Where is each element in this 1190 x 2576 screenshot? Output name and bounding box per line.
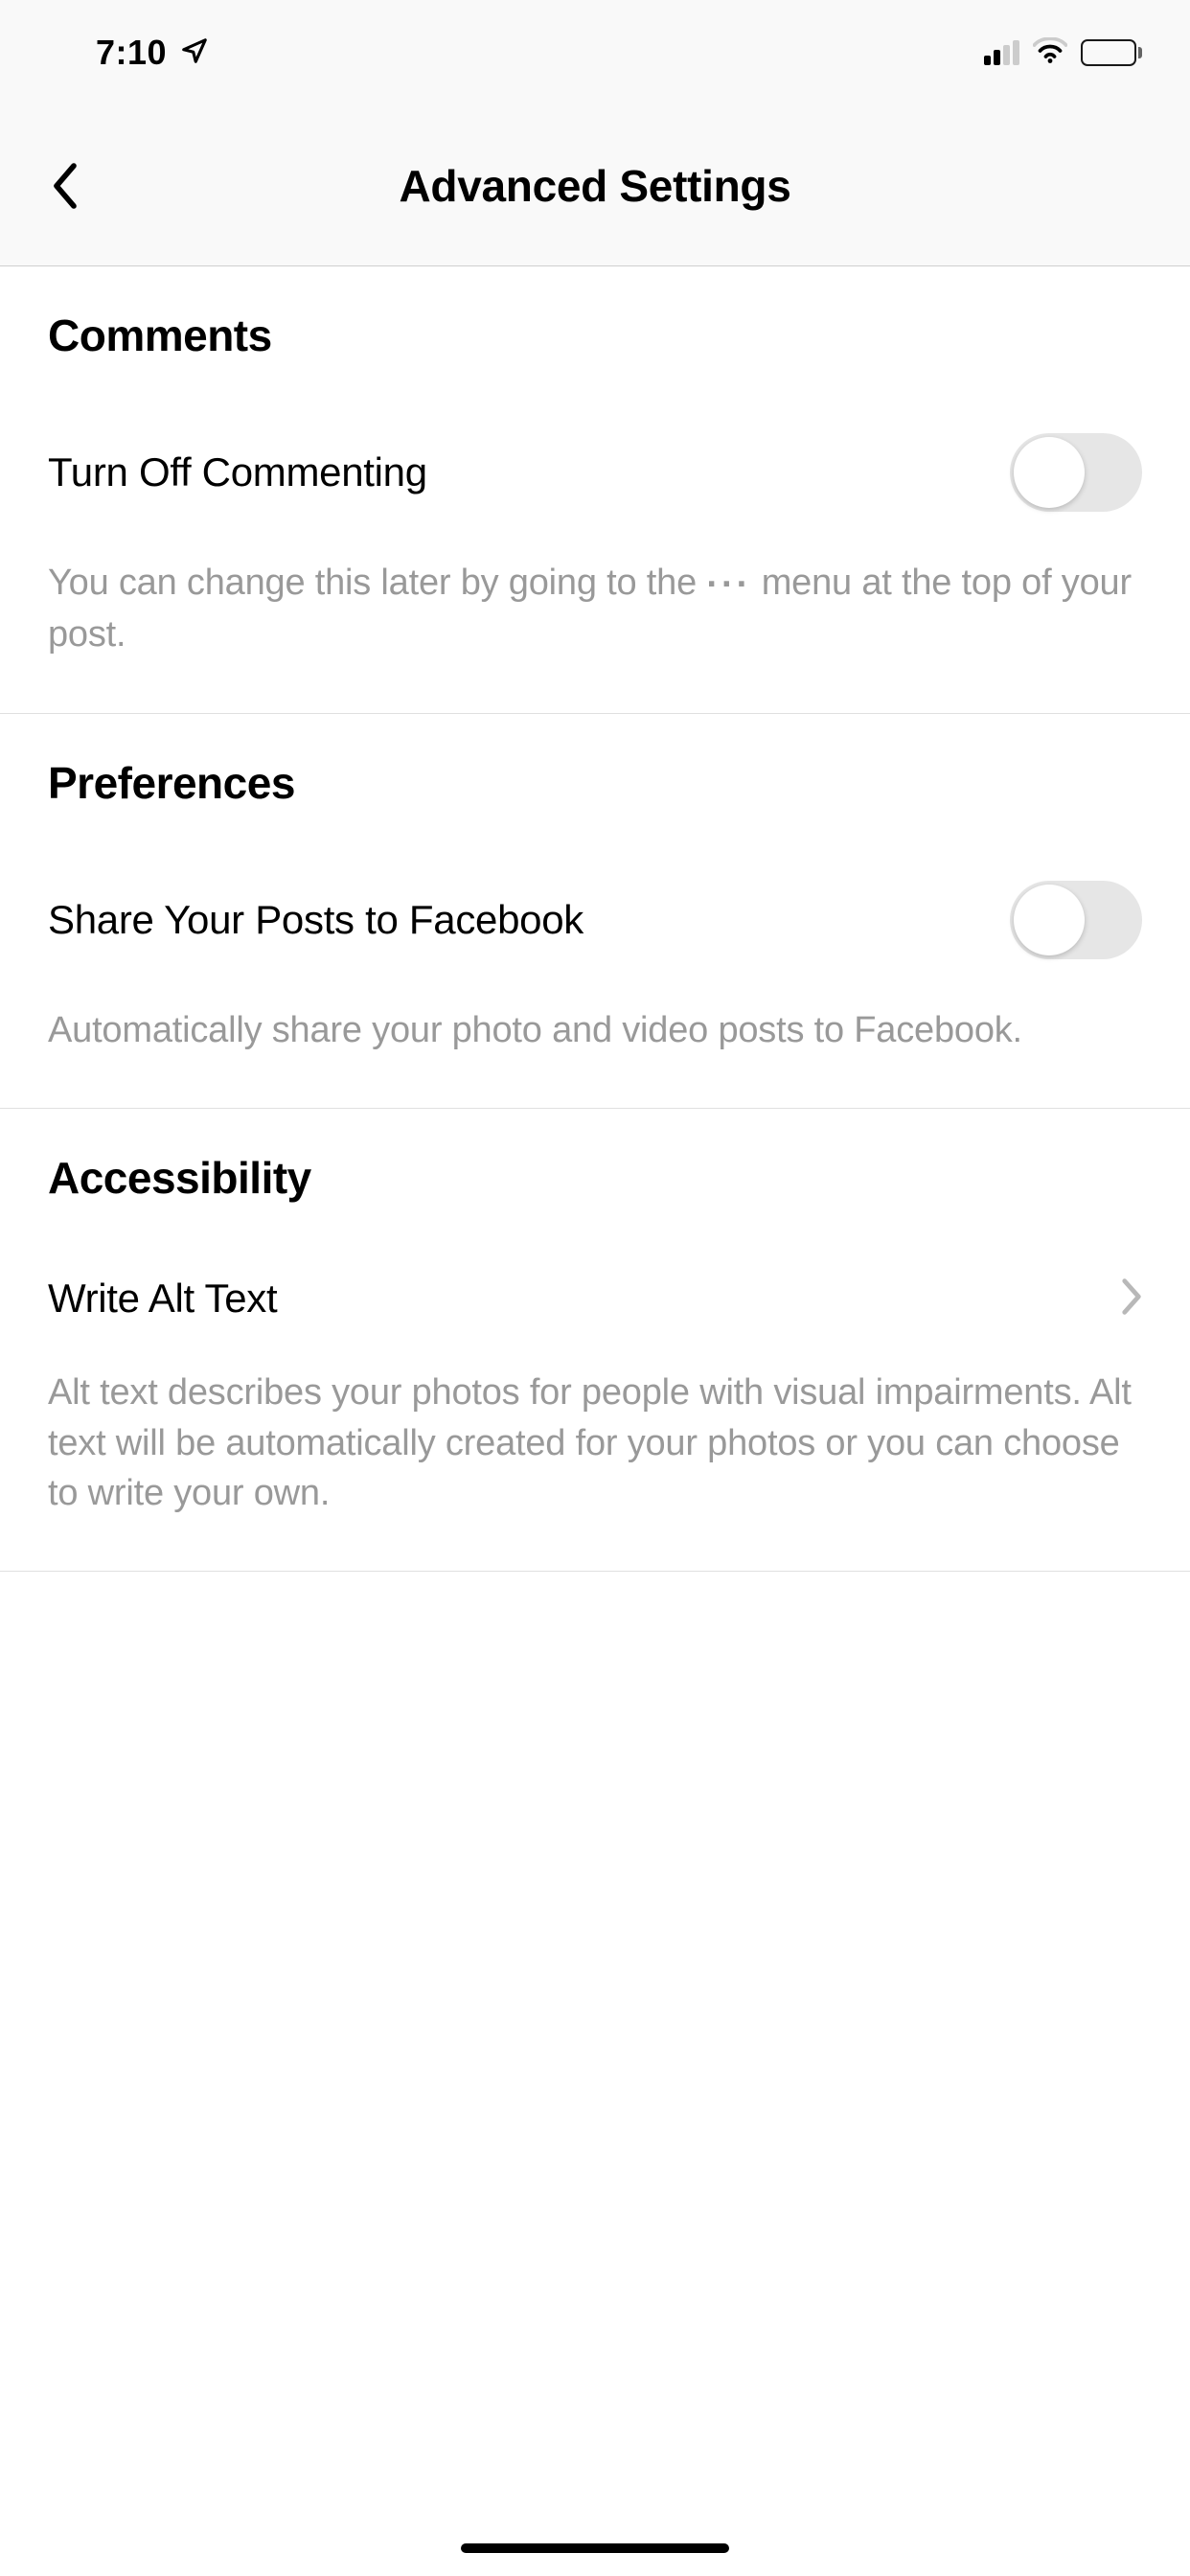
section-preferences: Preferences Share Your Posts to Facebook… bbox=[0, 714, 1190, 1109]
nav-write-alt-text[interactable]: Write Alt Text bbox=[48, 1276, 1142, 1322]
toggle-knob bbox=[1014, 437, 1085, 508]
setting-description: Alt text describes your photos for peopl… bbox=[48, 1368, 1142, 1518]
status-time: 7:10 bbox=[96, 33, 167, 73]
battery-icon bbox=[1081, 39, 1142, 66]
back-button[interactable] bbox=[40, 157, 88, 215]
section-header-preferences: Preferences bbox=[48, 757, 1142, 809]
section-accessibility: Accessibility Write Alt Text Alt text de… bbox=[0, 1109, 1190, 1572]
setting-label: Share Your Posts to Facebook bbox=[48, 897, 584, 943]
header: Advanced Settings bbox=[0, 105, 1190, 266]
setting-description: You can change this later by going to th… bbox=[48, 558, 1142, 660]
status-bar: 7:10 bbox=[0, 0, 1190, 105]
toggle-knob bbox=[1014, 885, 1085, 955]
setting-description: Automatically share your photo and video… bbox=[48, 1005, 1142, 1055]
setting-label: Turn Off Commenting bbox=[48, 449, 427, 495]
status-right bbox=[984, 37, 1142, 69]
nav-label: Write Alt Text bbox=[48, 1276, 277, 1322]
more-dots-icon: ··· bbox=[706, 560, 751, 610]
section-comments: Comments Turn Off Commenting You can cha… bbox=[0, 266, 1190, 714]
section-header-comments: Comments bbox=[48, 310, 1142, 361]
chevron-left-icon bbox=[51, 162, 78, 210]
setting-turn-off-commenting: Turn Off Commenting bbox=[48, 433, 1142, 512]
setting-share-to-facebook: Share Your Posts to Facebook bbox=[48, 881, 1142, 959]
page-title: Advanced Settings bbox=[0, 160, 1190, 212]
location-arrow-icon bbox=[180, 36, 209, 70]
chevron-right-icon bbox=[1121, 1277, 1142, 1321]
cellular-signal-icon bbox=[984, 40, 1019, 65]
wifi-icon bbox=[1033, 37, 1067, 69]
toggle-share-to-facebook[interactable] bbox=[1010, 881, 1142, 959]
status-left: 7:10 bbox=[96, 33, 209, 73]
toggle-turn-off-commenting[interactable] bbox=[1010, 433, 1142, 512]
section-header-accessibility: Accessibility bbox=[48, 1152, 1142, 1204]
home-indicator[interactable] bbox=[461, 2543, 729, 2553]
